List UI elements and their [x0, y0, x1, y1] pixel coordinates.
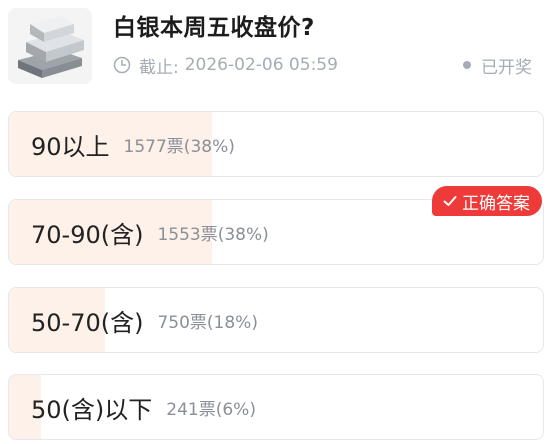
- correct-answer-label: 正确答案: [462, 193, 530, 214]
- option-label: 50-70(含): [31, 308, 144, 337]
- correct-answer-badge: 正确答案: [432, 186, 542, 216]
- checkmark-icon: [442, 193, 458, 209]
- option-stats: 750票(18%): [157, 312, 258, 333]
- option-label: 50(含)以下: [31, 395, 153, 424]
- poll-option[interactable]: 50-70(含) 750票(18%): [8, 287, 544, 353]
- poll-option[interactable]: 50(含)以下 241票(6%): [8, 374, 544, 440]
- poll-option[interactable]: 90以上 1577票(38%): [8, 111, 544, 177]
- option-stats: 1553票(38%): [157, 224, 269, 245]
- option-stats: 241票(6%): [166, 399, 256, 420]
- option-label: 90以上: [31, 132, 110, 161]
- option-stats: 1577票(38%): [123, 136, 235, 157]
- poll-options: 90以上 1577票(38%) 70-90(含) 1553票(38%) 50-7…: [0, 0, 550, 444]
- option-label: 70-90(含): [31, 220, 144, 249]
